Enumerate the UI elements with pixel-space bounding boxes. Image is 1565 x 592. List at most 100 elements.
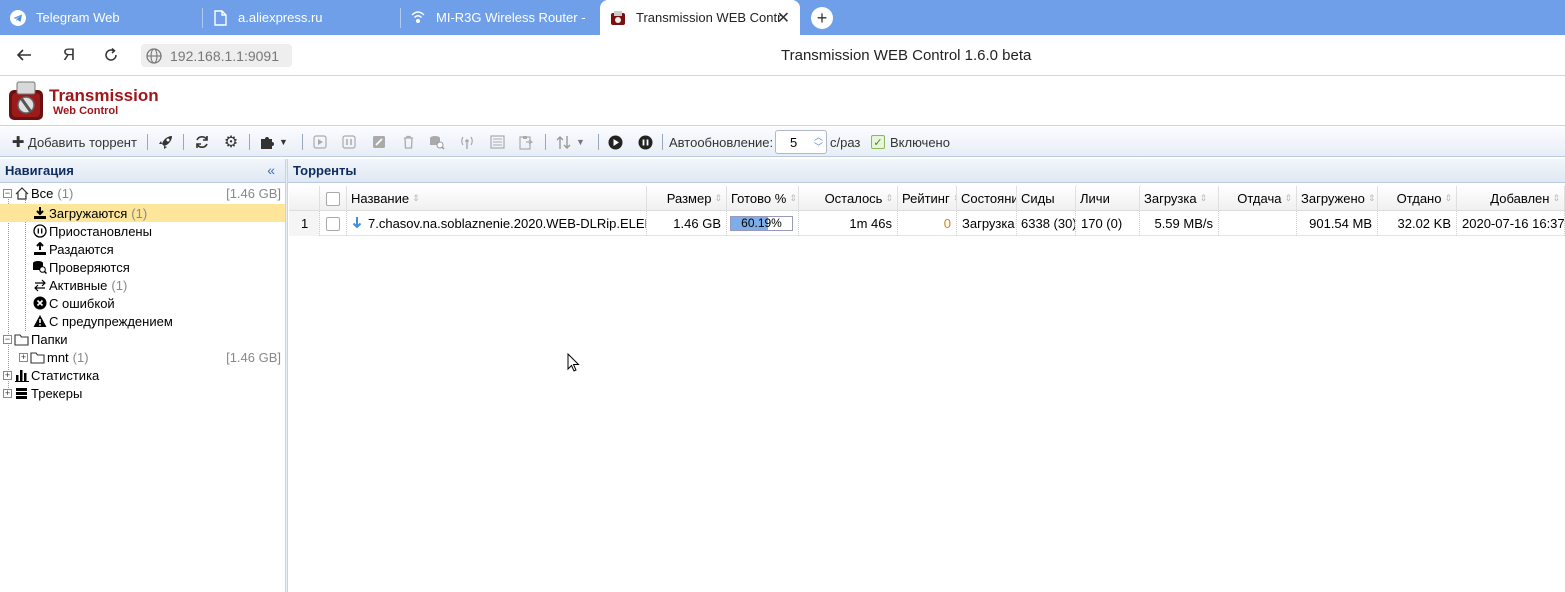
progress-bar: 60.19%	[730, 216, 793, 231]
nav-paused[interactable]: Приостановлены	[0, 222, 285, 240]
nav-folder-count: (1)	[72, 349, 89, 365]
telegram-icon	[10, 9, 26, 26]
nav-warning[interactable]: С предупреждением	[0, 312, 285, 330]
antenna-icon	[459, 134, 475, 150]
rename-button[interactable]	[371, 127, 387, 157]
nav-folders[interactable]: − Папки	[0, 330, 285, 348]
col-header-remaining[interactable]: Осталось ⇕	[799, 186, 898, 211]
cell-done: 60.19%	[727, 211, 799, 236]
nav-statistics-label: Статистика	[31, 367, 100, 383]
browser-tab-telegram[interactable]: Telegram Web	[10, 0, 200, 35]
col-header-status[interactable]: Состояни	[957, 186, 1017, 211]
collapse-icon[interactable]: −	[3, 188, 12, 198]
plugins-menu-button[interactable]: ▼	[259, 127, 288, 157]
nav-item-label: Активные	[49, 277, 108, 293]
bar-chart-icon	[14, 368, 29, 383]
nav-active[interactable]: Активные (1)	[0, 276, 285, 294]
row-select[interactable]	[320, 211, 347, 236]
move-button[interactable]	[489, 127, 505, 157]
caret-down-icon: ▼	[279, 137, 288, 147]
nav-downloading[interactable]: Загружаются (1)	[0, 204, 285, 222]
tab-title: MI-R3G Wireless Router - C	[436, 10, 588, 25]
cell-peers: 170 (0)	[1076, 211, 1140, 236]
collapse-icon[interactable]: −	[3, 334, 12, 344]
table-row[interactable]: 1 7.chasov.na.soblaznenie.2020.WEB-DLRip…	[289, 211, 1565, 236]
spin-up-icon[interactable]: ︿	[814, 133, 823, 142]
col-header-downloaded[interactable]: Загружено ⇕	[1297, 186, 1378, 211]
remove-button[interactable]	[400, 127, 416, 157]
torrents-title: Торренты	[293, 163, 357, 178]
nav-item-label: Загружаются	[49, 205, 128, 221]
browser-tab-aliexpress[interactable]: a.aliexpress.ru	[212, 0, 398, 35]
reload-button[interactable]	[100, 44, 122, 66]
panel-splitter[interactable]	[285, 159, 288, 592]
col-label: Загружено	[1301, 191, 1365, 206]
yandex-button[interactable]: Я	[58, 44, 80, 66]
cell-downloaded: 901.54 MB	[1297, 211, 1378, 236]
expand-icon[interactable]: +	[19, 352, 28, 362]
col-header-ratio[interactable]: Рейтинг⇕	[898, 186, 957, 211]
collapse-panel-icon[interactable]: «	[267, 162, 275, 178]
row-checkbox[interactable]	[326, 216, 340, 231]
col-header-peers[interactable]: Личи	[1076, 186, 1140, 211]
verify-button[interactable]	[429, 127, 445, 157]
puzzle-icon	[259, 134, 275, 150]
nav-error[interactable]: С ошибкой	[0, 294, 285, 312]
nav-trackers[interactable]: + Трекеры	[0, 384, 285, 402]
nav-all[interactable]: − Все (1) [1.46 GB]	[0, 184, 285, 202]
col-header-name[interactable]: Название ⇕	[347, 186, 647, 211]
expand-icon[interactable]: +	[3, 370, 12, 380]
copy-magnet-button[interactable]	[518, 127, 534, 157]
upload-icon	[32, 242, 47, 257]
sort-icon: ⇕	[1284, 193, 1292, 203]
cell-name[interactable]: 7.chasov.na.soblaznenie.2020.WEB-DLRip.E…	[347, 211, 647, 236]
start-all-button[interactable]	[157, 127, 173, 157]
col-header-size[interactable]: Размер ⇕	[647, 186, 727, 211]
spin-down-icon[interactable]: ﹀	[814, 143, 823, 152]
col-header-upload[interactable]: Отдача ⇕	[1219, 186, 1297, 211]
nav-all-label: Все	[31, 185, 54, 201]
col-header-download[interactable]: Загрузка ⇕	[1140, 186, 1219, 211]
nav-statistics[interactable]: + Статистика	[0, 366, 285, 384]
progress-text: 60.19%	[741, 216, 782, 230]
pause-button[interactable]	[341, 127, 357, 157]
pause-icon	[32, 224, 47, 239]
sort-icon: ⇕	[1552, 193, 1560, 203]
nav-all-size: [1.46 GB]	[226, 185, 281, 201]
queue-arrows-icon	[555, 134, 571, 150]
auto-refresh-input[interactable]: 5 ︿ ﹀	[775, 130, 827, 154]
nav-item-label: Проверяются	[49, 259, 130, 275]
nav-folder-mnt[interactable]: + mnt (1) [1.46 GB]	[0, 348, 285, 366]
refresh-button[interactable]	[194, 127, 210, 157]
start-all-torrents-button[interactable]	[607, 127, 623, 157]
url-field[interactable]: 192.168.1.1:9091	[141, 44, 292, 67]
col-label: Личи	[1080, 191, 1110, 206]
app-header: Transmission Web Control	[0, 76, 1565, 126]
col-header-uploaded[interactable]: Отдано ⇕	[1378, 186, 1457, 211]
col-select-all[interactable]	[320, 186, 347, 211]
new-tab-button[interactable]: +	[811, 7, 833, 29]
nav-seeding[interactable]: Раздаются	[0, 240, 285, 258]
col-header-added[interactable]: Добавлен ⇕	[1457, 186, 1565, 211]
select-all-checkbox[interactable]	[326, 191, 340, 206]
expand-icon[interactable]: +	[3, 388, 12, 398]
settings-button[interactable]: ⚙	[223, 127, 239, 157]
tab-title: Transmission WEB Contr	[636, 10, 782, 25]
browser-tab-transmission[interactable]: Transmission WEB Contr ✕	[600, 0, 800, 35]
col-header-seeds[interactable]: Сиды	[1017, 186, 1076, 211]
browser-tab-router[interactable]: MI-R3G Wireless Router - C	[410, 0, 588, 35]
tab-close-icon[interactable]: ✕	[777, 8, 790, 28]
add-torrent-button[interactable]: ✚ Добавить торрент	[10, 127, 137, 157]
pause-all-torrents-button[interactable]	[637, 127, 653, 157]
auto-refresh-toggle[interactable]: ✓ Включено	[871, 127, 950, 157]
row-number: 1	[289, 211, 320, 236]
start-button[interactable]	[312, 127, 328, 157]
back-button[interactable]	[13, 44, 35, 66]
reannounce-button[interactable]	[459, 127, 475, 157]
check-db-icon	[429, 134, 445, 150]
enabled-label: Включено	[890, 134, 950, 150]
add-torrent-label: Добавить торрент	[28, 134, 137, 150]
queue-menu-button[interactable]: ▼	[555, 127, 585, 157]
col-header-done[interactable]: Готово % ⇕	[727, 186, 799, 211]
nav-checking[interactable]: Проверяются	[0, 258, 285, 276]
